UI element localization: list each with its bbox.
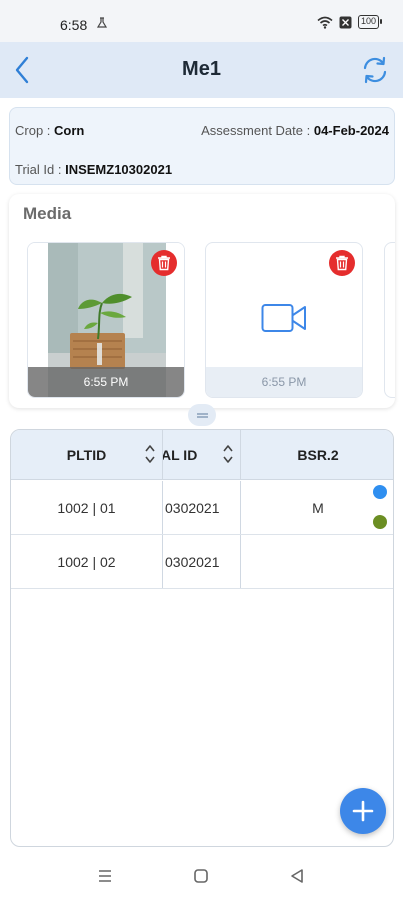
sync-icon: [363, 56, 387, 84]
wifi-icon: [317, 16, 333, 29]
square-icon: [194, 869, 208, 883]
cell-trial-id: 0302021: [163, 481, 241, 534]
cell-pltid: 1002 | 02: [11, 535, 163, 588]
media-thumbnail-partial[interactable]: [384, 242, 395, 398]
page-title: Me1: [182, 58, 221, 80]
assessment-date-info: Assessment Date : 04-Feb-2024: [201, 123, 389, 138]
triangle-back-icon: [291, 869, 303, 883]
column-header-label: PLTID: [66, 446, 107, 463]
crop-label: Crop :: [15, 123, 55, 138]
status-time: 6:58: [60, 17, 88, 33]
add-button[interactable]: [340, 788, 386, 834]
sort-icon[interactable]: [223, 444, 233, 464]
trial-id-value: INSEMZ10302021: [65, 162, 173, 177]
cell-trial-id-text: 0302021: [165, 553, 220, 570]
assessment-date-label: Assessment Date :: [201, 123, 314, 138]
cell-bsr2[interactable]: [241, 535, 393, 588]
menu-icon: [99, 870, 111, 882]
column-header-pltid[interactable]: PLTID: [11, 430, 163, 479]
trash-icon: [336, 255, 348, 271]
status-bar: 6:58 100: [0, 0, 403, 42]
trial-info-card: Crop : Corn Assessment Date : 04-Feb-202…: [9, 107, 395, 185]
column-header-label: BSR.2: [297, 446, 339, 463]
trial-id-label: Trial Id :: [15, 162, 66, 177]
cell-bsr2[interactable]: M: [241, 481, 393, 534]
cell-pltid: 1002 | 01: [11, 481, 163, 534]
battery-icon: 100: [357, 15, 383, 29]
trial-id-info: Trial Id : INSEMZ10302021: [15, 162, 172, 177]
status-icons: 100: [317, 15, 383, 29]
column-header-bsr2[interactable]: BSR.2: [241, 430, 393, 479]
sort-icon[interactable]: [145, 444, 155, 464]
delete-video-button[interactable]: [329, 250, 355, 276]
status-dot-green: [373, 515, 387, 529]
sim-icon: [339, 16, 352, 28]
media-title: Media: [23, 204, 72, 223]
cell-trial-id-text: 0302021: [165, 499, 220, 516]
table-header: PLTID AL ID BSR.2: [11, 430, 393, 480]
plus-icon: [352, 800, 374, 822]
column-header-trial-id[interactable]: AL ID: [163, 430, 241, 479]
table-row[interactable]: 1002 | 01 0302021 M: [11, 481, 393, 535]
video-camera-icon: [261, 304, 306, 332]
media-section: Media 6:55 PM 6:55 PM: [9, 194, 395, 408]
media-thumbnail-video[interactable]: 6:55 PM: [205, 242, 363, 398]
crop-value: Corn: [54, 123, 85, 138]
delete-photo-button[interactable]: [151, 250, 177, 276]
back-nav-button[interactable]: [287, 866, 307, 886]
media-thumbnail-photo[interactable]: 6:55 PM: [27, 242, 185, 398]
video-timestamp: 6:55 PM: [206, 367, 362, 397]
refresh-button[interactable]: [359, 54, 391, 86]
photo-timestamp: 6:55 PM: [28, 367, 184, 397]
data-table: PLTID AL ID BSR.2 1002 | 01 0302021 M 10…: [10, 429, 394, 847]
recent-apps-button[interactable]: [95, 866, 115, 886]
crop-info: Crop : Corn: [15, 123, 84, 138]
app-header: Me1: [0, 42, 403, 98]
table-row[interactable]: 1002 | 02 0302021: [11, 535, 393, 589]
notification-icon: [96, 17, 108, 28]
home-button[interactable]: [191, 866, 211, 886]
column-header-label: AL ID: [163, 446, 198, 463]
drag-handle[interactable]: [188, 404, 216, 426]
status-dot-blue: [373, 485, 387, 499]
trash-icon: [158, 255, 170, 271]
assessment-date-value: 04-Feb-2024: [313, 123, 389, 138]
cell-trial-id: 0302021: [163, 535, 241, 588]
system-nav-bar: [0, 852, 403, 900]
